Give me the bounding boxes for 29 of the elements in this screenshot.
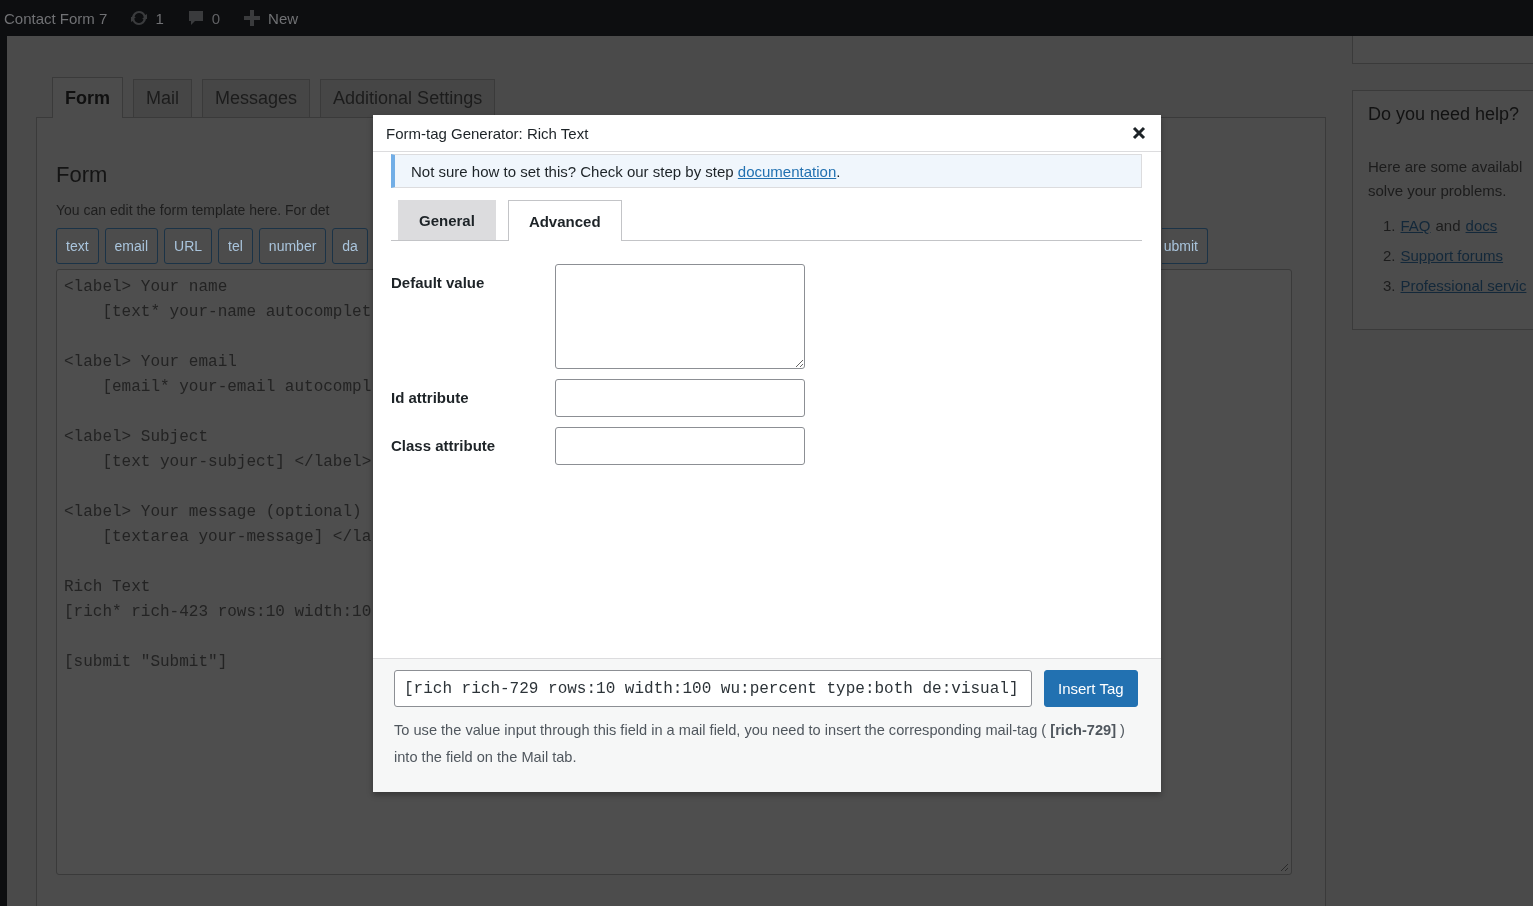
tag-generator-button[interactable]: number (258, 228, 327, 264)
insert-tag-button[interactable]: Insert Tag (1044, 670, 1138, 707)
close-icon[interactable] (1132, 126, 1146, 140)
updates-count[interactable]: 1 (155, 9, 164, 27)
mail-tag-note: To use the value input through this field in a mail field, you need to insert the corresponding mail-tag ( [rich-729] ) into the field on the Mail tab. (394, 721, 1126, 767)
input-field[interactable] (555, 379, 805, 417)
field-label: Id attribute (391, 388, 470, 406)
site-name-link[interactable]: Contact Form 7 (4, 9, 108, 27)
input-field[interactable] (555, 427, 805, 465)
dialog-tab[interactable]: Advanced (507, 200, 622, 241)
new-link[interactable]: New (268, 9, 299, 27)
dialog-tab[interactable]: General (398, 200, 496, 240)
default-value-field[interactable] (555, 264, 805, 369)
help-title: Do you need help? (1368, 104, 1521, 125)
comments-count[interactable]: 0 (211, 9, 221, 27)
refresh-icon[interactable] (129, 8, 150, 28)
field-label: Default value (391, 273, 486, 291)
tag-generator-button[interactable]: da (332, 228, 368, 264)
tag-generator-button[interactable]: URL (164, 228, 213, 264)
tag-generator-button[interactable]: tel (218, 228, 253, 264)
panel-heading: Form (56, 162, 108, 188)
notice-text: Not sure how to set this? Check our step by step documentation. (411, 162, 841, 180)
tag-code-field[interactable]: [rich rich-729 rows:10 width:100 wu:percent type:both de:visual] (394, 670, 1032, 707)
field-label: Class attribute (391, 436, 497, 454)
resize-grip-icon[interactable] (1279, 862, 1289, 872)
tag-generator-button[interactable]: email (104, 228, 159, 264)
tag-generator-button[interactable]: text (56, 228, 99, 264)
plus-icon[interactable] (242, 8, 263, 28)
dialog-title: Form-tag Generator: Rich Text (386, 124, 589, 142)
